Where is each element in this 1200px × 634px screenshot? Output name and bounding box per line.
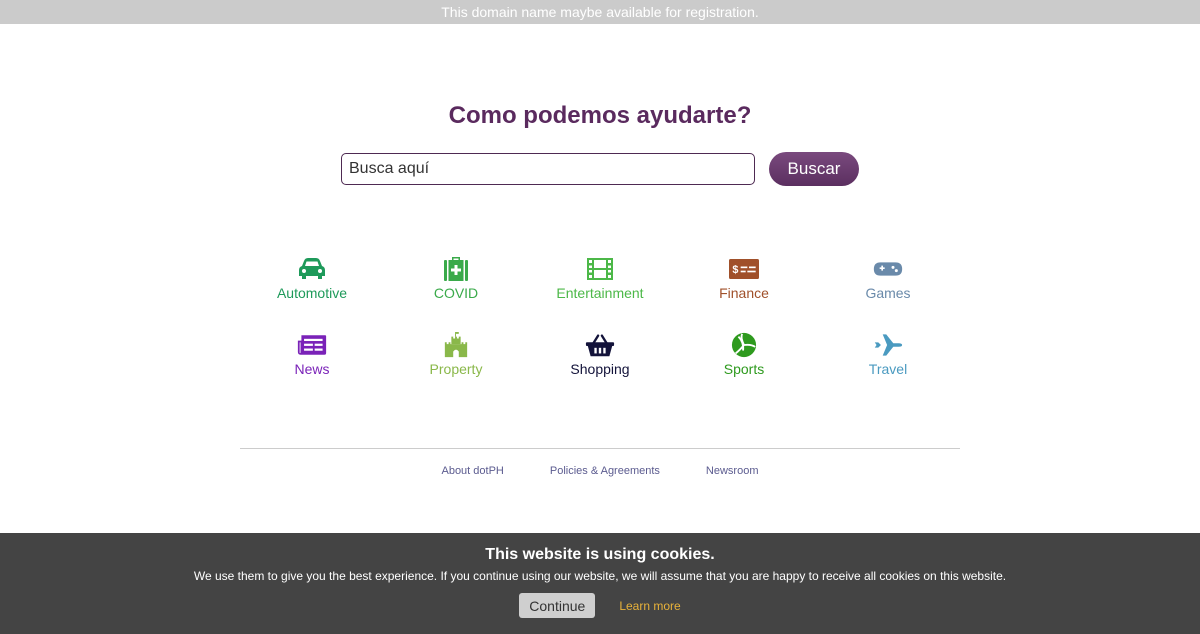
category-games[interactable]: Games xyxy=(816,256,960,304)
footer-link-newsroom[interactable]: Newsroom xyxy=(706,465,759,477)
search-button[interactable]: Buscar xyxy=(769,152,859,186)
footer-divider xyxy=(240,448,960,449)
cookie-continue-button[interactable]: Continue xyxy=(519,593,596,618)
category-entertainment[interactable]: Entertainment xyxy=(528,256,672,304)
footer-link-about[interactable]: About dotPH xyxy=(441,465,503,477)
category-covid[interactable]: COVID xyxy=(384,256,528,304)
cookie-title: This website is using cookies. xyxy=(485,546,715,563)
category-travel[interactable]: Travel xyxy=(816,332,960,380)
category-shopping[interactable]: Shopping xyxy=(528,332,672,380)
page-title: Como podemos ayudarte? xyxy=(448,102,752,129)
category-label: Property xyxy=(429,361,483,377)
category-label: Sports xyxy=(723,361,765,377)
cookie-learn-more-link[interactable]: Learn more xyxy=(619,599,680,613)
volleyball-icon xyxy=(731,332,757,358)
castle-icon xyxy=(444,332,468,358)
footer-link-policies[interactable]: Policies & Agreements xyxy=(550,465,660,477)
category-label: Shopping xyxy=(570,361,630,377)
footer-links: About dotPH Policies & Agreements Newsro… xyxy=(0,465,1200,477)
basket-icon xyxy=(585,334,615,357)
money-bill-icon: $ xyxy=(729,259,759,279)
cookie-actions: Continue Learn more xyxy=(0,593,1200,618)
category-label: News xyxy=(294,361,330,377)
category-finance[interactable]: $ Finance xyxy=(672,256,816,304)
category-label: Travel xyxy=(868,361,908,377)
cookie-banner: This website is using cookies. We use th… xyxy=(0,533,1200,634)
search-input[interactable] xyxy=(341,153,755,185)
film-icon xyxy=(587,258,613,280)
car-icon xyxy=(299,258,325,279)
category-label: COVID xyxy=(433,285,479,301)
gamepad-icon xyxy=(873,262,903,276)
category-grid: Automotive COVID Entertainment $ Finance xyxy=(240,256,960,380)
domain-availability-banner: This domain name maybe available for reg… xyxy=(0,0,1200,24)
category-automotive[interactable]: Automotive xyxy=(240,256,384,304)
category-label: Entertainment xyxy=(556,285,644,301)
category-label: Automotive xyxy=(276,285,348,301)
category-label: Finance xyxy=(719,285,769,301)
category-label: Games xyxy=(865,285,911,301)
category-property[interactable]: Property xyxy=(384,332,528,380)
cookie-text: We use them to give you the best experie… xyxy=(193,569,1007,583)
category-news[interactable]: News xyxy=(240,332,384,380)
medical-kit-icon xyxy=(444,257,468,281)
newspaper-icon xyxy=(297,335,327,355)
category-sports[interactable]: Sports xyxy=(672,332,816,380)
plane-icon xyxy=(874,334,903,356)
svg-text:$: $ xyxy=(732,264,738,276)
